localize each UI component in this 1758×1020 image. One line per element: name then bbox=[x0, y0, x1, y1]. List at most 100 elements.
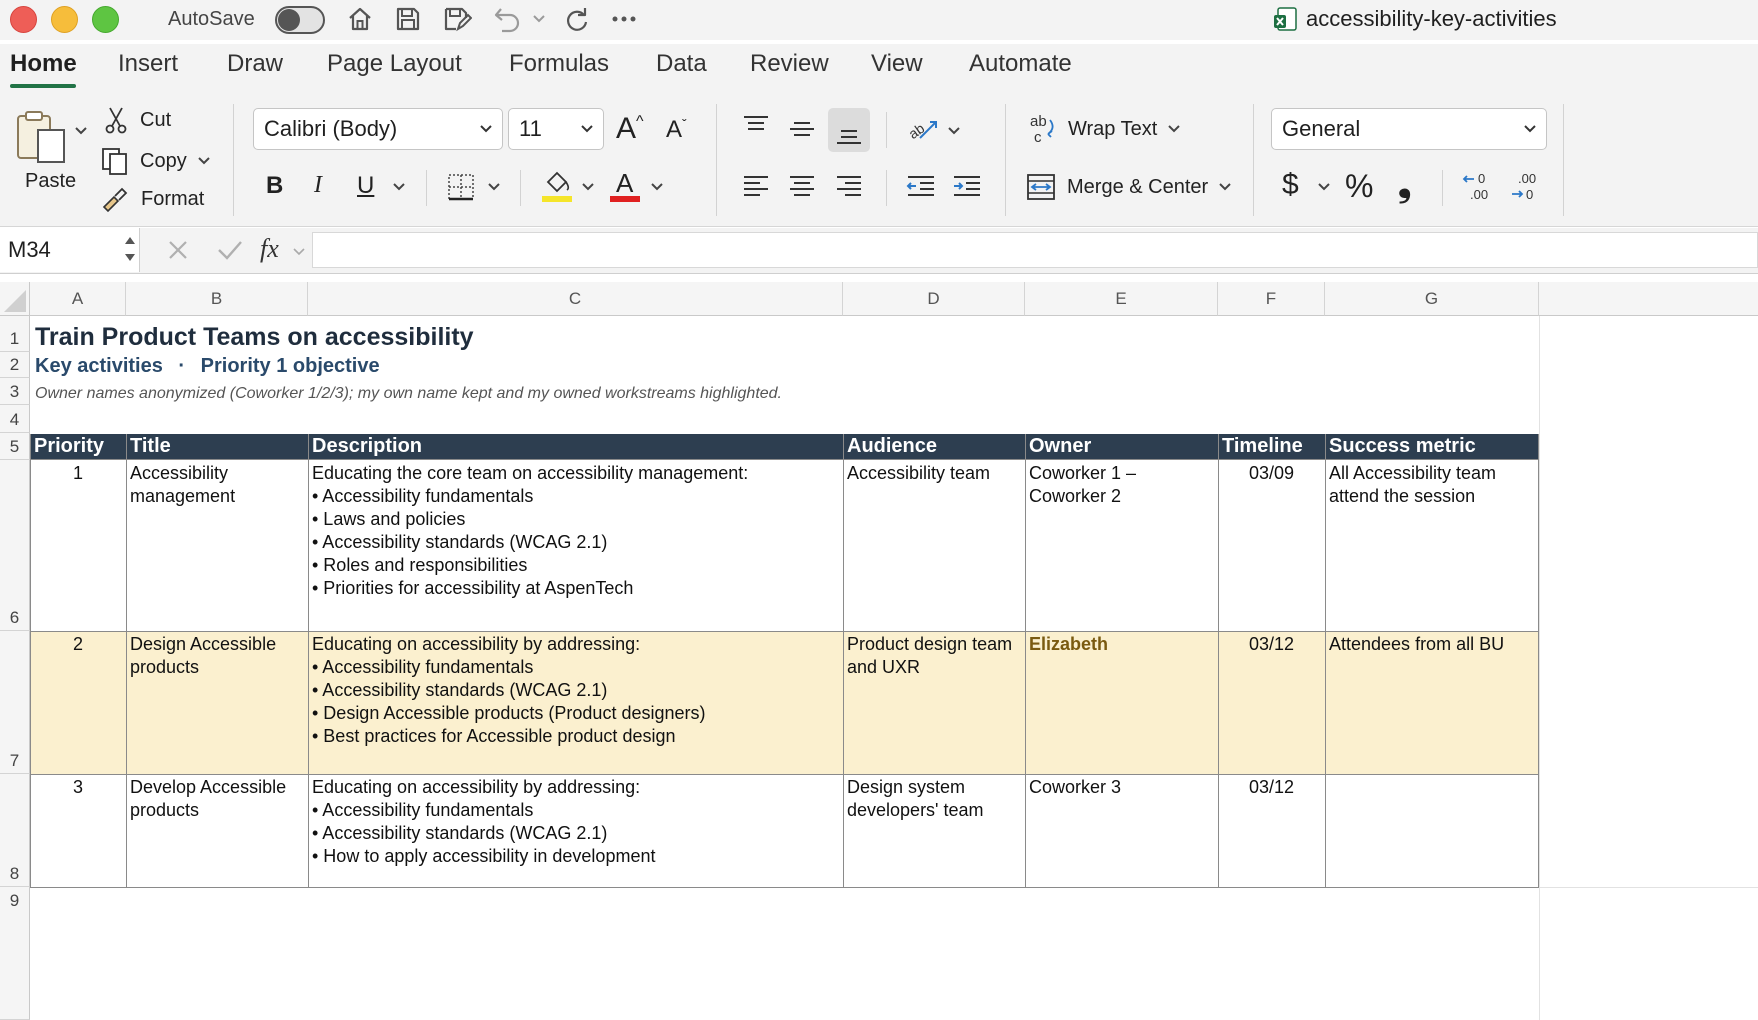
tab-review[interactable]: Review bbox=[750, 50, 829, 78]
confirm-edit-icon[interactable] bbox=[216, 238, 244, 262]
undo-icon[interactable] bbox=[490, 4, 524, 34]
wrap-text-button[interactable]: ab c Wrap Text bbox=[1028, 112, 1181, 146]
formula-input[interactable] bbox=[312, 232, 1758, 268]
cell-success-metric[interactable]: All Accessibility team attend the sessio… bbox=[1325, 460, 1500, 510]
cell-title[interactable]: Develop Accessible products bbox=[126, 774, 290, 824]
align-left-icon[interactable] bbox=[742, 174, 770, 198]
tab-page-layout[interactable]: Page Layout bbox=[327, 50, 462, 78]
row-header-7[interactable]: 7 bbox=[0, 631, 30, 774]
tab-view[interactable]: View bbox=[871, 50, 923, 78]
cell-audience[interactable]: Accessibility team bbox=[843, 460, 994, 487]
paste-label[interactable]: Paste bbox=[25, 170, 76, 193]
cell-success-metric[interactable]: Attendees from all BU bbox=[1325, 631, 1508, 658]
merge-center-button[interactable]: Merge & Center bbox=[1026, 172, 1232, 202]
comma-style-button[interactable]: ❟ bbox=[1398, 166, 1411, 205]
undo-dropdown-chevron-down-icon[interactable] bbox=[530, 4, 548, 34]
cell-title[interactable]: Accessibility management bbox=[126, 460, 239, 510]
number-format-dropdown[interactable]: General bbox=[1271, 108, 1547, 150]
cell-priority[interactable]: 3 bbox=[30, 774, 126, 801]
row-header-6[interactable]: 6 bbox=[0, 460, 30, 631]
borders-options-chevron-down-icon[interactable] bbox=[487, 182, 501, 192]
underline-options-chevron-down-icon[interactable] bbox=[392, 182, 406, 192]
decrease-decimal-icon[interactable]: .00 0 bbox=[1510, 170, 1544, 202]
copy-button[interactable]: Copy bbox=[100, 146, 211, 176]
cell-description[interactable]: Educating the core team on accessibility… bbox=[308, 460, 752, 602]
cell-owner[interactable]: Coworker 1 – Coworker 2 bbox=[1025, 460, 1140, 510]
decrease-indent-icon[interactable] bbox=[906, 174, 936, 198]
tab-insert[interactable]: Insert bbox=[118, 50, 178, 78]
align-bottom-icon[interactable] bbox=[835, 124, 863, 146]
select-all-button[interactable] bbox=[0, 282, 30, 316]
fill-color-icon[interactable] bbox=[540, 168, 574, 204]
tab-draw[interactable]: Draw bbox=[227, 50, 283, 78]
font-color-chevron-down-icon[interactable] bbox=[650, 182, 664, 192]
paste-button[interactable] bbox=[14, 108, 72, 166]
tab-automate[interactable]: Automate bbox=[969, 50, 1072, 78]
more-options-icon[interactable] bbox=[608, 4, 640, 34]
copy-options-chevron-down-icon[interactable] bbox=[197, 156, 211, 166]
cell-timeline[interactable]: 03/12 bbox=[1218, 631, 1325, 658]
column-header-e[interactable]: E bbox=[1025, 282, 1218, 316]
column-header-a[interactable]: A bbox=[30, 282, 126, 316]
align-middle-icon[interactable] bbox=[788, 118, 816, 140]
row-header-4[interactable]: 4 bbox=[0, 405, 30, 433]
wrap-text-chevron-down-icon[interactable] bbox=[1167, 124, 1181, 134]
decrease-font-size-icon[interactable]: Aˇ bbox=[666, 116, 687, 144]
name-box-stepper[interactable] bbox=[124, 232, 136, 266]
text-orientation-icon[interactable]: ab bbox=[906, 114, 940, 144]
cell-audience[interactable]: Product design team and UXR bbox=[843, 631, 1016, 681]
align-right-icon[interactable] bbox=[835, 174, 863, 198]
column-header-g[interactable]: G bbox=[1325, 282, 1539, 316]
cell-description[interactable]: Educating on accessibility by addressing… bbox=[308, 774, 659, 870]
save-as-icon[interactable] bbox=[440, 4, 474, 34]
insert-function-button[interactable]: fx bbox=[260, 234, 279, 264]
column-header-f[interactable]: F bbox=[1218, 282, 1325, 316]
align-top-icon[interactable] bbox=[742, 114, 770, 136]
tab-formulas[interactable]: Formulas bbox=[509, 50, 609, 78]
merge-center-chevron-down-icon[interactable] bbox=[1218, 182, 1232, 192]
cell-timeline[interactable]: 03/09 bbox=[1218, 460, 1325, 487]
currency-format-button[interactable]: $ bbox=[1282, 168, 1299, 202]
tab-data[interactable]: Data bbox=[656, 50, 707, 78]
save-icon[interactable] bbox=[392, 4, 424, 34]
home-icon[interactable] bbox=[344, 4, 376, 34]
cell-owner[interactable]: Coworker 3 bbox=[1025, 774, 1125, 801]
insert-function-chevron-down-icon[interactable] bbox=[293, 248, 305, 256]
cell-priority[interactable]: 2 bbox=[30, 631, 126, 658]
italic-button[interactable]: I bbox=[314, 172, 322, 199]
cell-title[interactable]: Design Accessible products bbox=[126, 631, 280, 681]
cell-audience[interactable]: Design system developers' team bbox=[843, 774, 988, 824]
column-header-c[interactable]: C bbox=[308, 282, 843, 316]
column-header-next[interactable] bbox=[1539, 282, 1758, 316]
row-header-2[interactable]: 2 bbox=[0, 352, 30, 378]
cell-owner-highlighted[interactable]: Elizabeth bbox=[1025, 631, 1112, 658]
increase-font-size-icon[interactable]: A ^ bbox=[616, 112, 644, 146]
redo-icon[interactable] bbox=[560, 4, 592, 34]
format-painter-button[interactable]: Format bbox=[100, 185, 204, 213]
column-header-b[interactable]: B bbox=[126, 282, 308, 316]
font-name-dropdown[interactable]: Calibri (Body) bbox=[253, 108, 503, 150]
cell-priority[interactable]: 1 bbox=[30, 460, 126, 487]
underline-button[interactable]: U bbox=[357, 172, 374, 200]
currency-options-chevron-down-icon[interactable] bbox=[1317, 182, 1331, 192]
bold-button[interactable]: B bbox=[266, 172, 283, 200]
autosave-toggle[interactable] bbox=[275, 6, 325, 34]
paste-options-chevron-down-icon[interactable] bbox=[74, 126, 88, 136]
cell-timeline[interactable]: 03/12 bbox=[1218, 774, 1325, 801]
cut-button[interactable]: Cut bbox=[104, 106, 171, 134]
increase-indent-icon[interactable] bbox=[952, 174, 982, 198]
row-header-5[interactable]: 5 bbox=[0, 433, 30, 460]
close-window-button[interactable] bbox=[10, 6, 37, 33]
row-header-8[interactable]: 8 bbox=[0, 774, 30, 887]
font-color-icon[interactable]: A bbox=[608, 168, 642, 204]
text-orientation-chevron-down-icon[interactable] bbox=[947, 126, 961, 136]
column-header-d[interactable]: D bbox=[843, 282, 1025, 316]
minimize-window-button[interactable] bbox=[51, 6, 78, 33]
borders-icon[interactable] bbox=[446, 172, 476, 202]
cancel-edit-icon[interactable] bbox=[166, 238, 190, 262]
row-header-3[interactable]: 3 bbox=[0, 378, 30, 405]
name-box[interactable]: M34 bbox=[0, 228, 140, 272]
fill-color-chevron-down-icon[interactable] bbox=[581, 182, 595, 192]
row-header-9[interactable]: 9 bbox=[0, 887, 30, 1020]
cell-success-metric[interactable] bbox=[1325, 774, 1333, 778]
